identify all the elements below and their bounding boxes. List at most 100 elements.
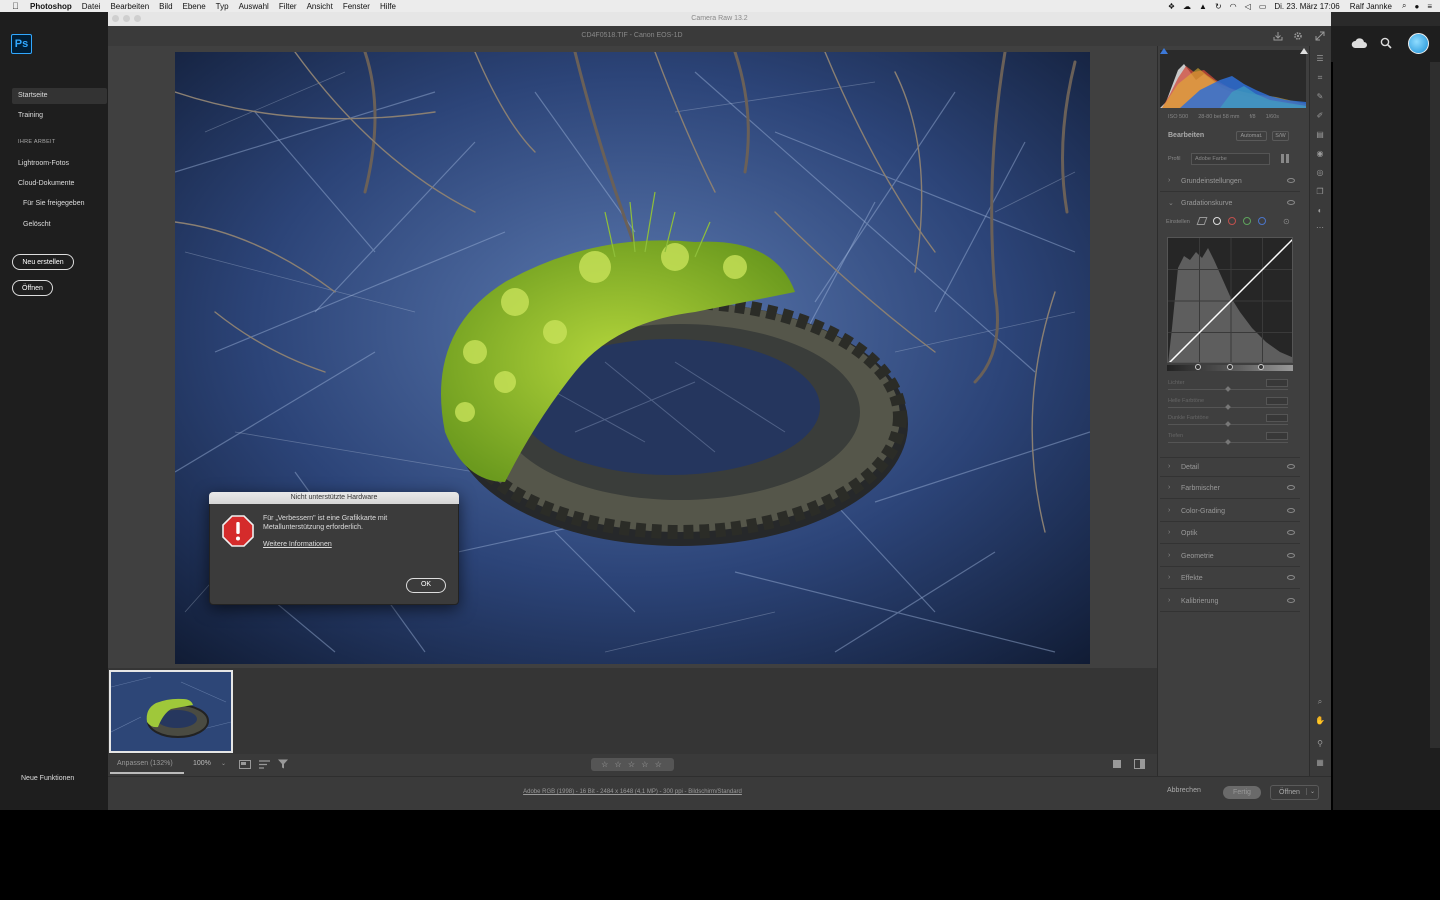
crop-icon[interactable]: ⌗ [1315,73,1325,83]
section-effekte[interactable]: › Effekte [1160,569,1300,589]
menu-app[interactable]: Photoshop [30,2,72,11]
menu-fenster[interactable]: Fenster [343,2,370,11]
nav-startseite[interactable]: Startseite [18,92,48,99]
adobe-icon[interactable]: ▲ [1199,2,1207,11]
filmstrip-thumbnail[interactable] [109,670,233,753]
filter-icon[interactable] [278,759,288,769]
sync-icon[interactable]: ↻ [1215,2,1222,11]
more-options-icon[interactable]: ⋯ [1315,223,1325,233]
eye-icon[interactable] [1287,530,1295,535]
section-kalibrierung[interactable]: › Kalibrierung [1160,592,1300,612]
slider-value-field[interactable] [1266,397,1288,405]
eye-icon[interactable] [1287,200,1295,205]
section-geometrie[interactable]: › Geometrie [1160,547,1300,567]
histogram[interactable] [1160,50,1306,108]
menu-hilfe[interactable]: Hilfe [380,2,396,11]
point-curve-white-icon[interactable] [1213,217,1221,225]
star-rating[interactable]: ☆ ☆ ☆ ☆ ☆ [591,758,674,771]
point-curve-red-icon[interactable] [1228,217,1236,225]
menu-datei[interactable]: Datei [82,2,101,11]
region-split-handle[interactable] [1195,364,1201,370]
shadow-clipping-warning-icon[interactable] [1160,48,1168,54]
eye-icon[interactable] [1287,464,1295,469]
presets-icon[interactable]: ◐ [1315,206,1325,216]
user-avatar[interactable] [1408,33,1429,54]
eye-icon[interactable] [1287,575,1295,580]
section-grundeinstellungen[interactable]: › Grundeinstellungen [1160,172,1300,192]
auto-button[interactable]: Automat. [1236,131,1267,141]
slider-tiefen[interactable]: Tiefen [1168,432,1288,445]
zoom-fit-button[interactable]: Anpassen (132%) [117,760,173,767]
nav-training[interactable]: Training [18,112,43,119]
point-curve-blue-icon[interactable] [1258,217,1266,225]
menu-typ[interactable]: Typ [216,2,229,11]
slider-value-field[interactable] [1266,414,1288,422]
nav-lightroom-fotos[interactable]: Lightroom-Fotos [18,160,69,167]
eye-icon[interactable] [1287,178,1295,183]
settings-gear-icon[interactable] [1293,31,1303,41]
profile-select[interactable]: Adobe Farbe [1191,153,1270,165]
section-color-grading[interactable]: › Color-Grading [1160,502,1300,522]
apple-menu-icon[interactable]:  [12,1,22,11]
compare-view-icon[interactable] [1134,759,1145,769]
section-farbmischer[interactable]: › Farbmischer [1160,479,1300,499]
point-curve-green-icon[interactable] [1243,217,1251,225]
highlight-clipping-warning-icon[interactable] [1300,48,1308,54]
ok-button[interactable]: OK [406,578,446,593]
region-split-handle[interactable] [1258,364,1264,370]
wifi-icon[interactable]: ◠ [1230,2,1237,11]
menu-bearbeiten[interactable]: Bearbeiten [110,2,149,11]
nav-geloescht[interactable]: Gelöscht [23,221,51,228]
notification-center-icon[interactable]: ≡ [1427,2,1432,11]
open-image-button[interactable]: Öffnen ⌄ [1270,785,1319,800]
region-split-handle[interactable] [1227,364,1233,370]
eye-icon[interactable] [1287,598,1295,603]
more-info-link[interactable]: Weitere Informationen [263,541,332,548]
menu-ansicht[interactable]: Ansicht [307,2,333,11]
section-gradationskurve[interactable]: ⌄ Gradationskurve [1160,194,1300,214]
slider-value-field[interactable] [1266,432,1288,440]
fullscreen-icon[interactable] [1315,31,1325,41]
done-button[interactable]: Fertig [1223,786,1261,799]
cloud-icon[interactable] [1351,37,1367,49]
single-view-icon[interactable] [1113,760,1121,768]
menubar-user[interactable]: Ralf Jannke [1350,2,1392,11]
workflow-options-link[interactable]: Adobe RGB (1998) - 16 Bit - 2484 x 1648 … [108,789,1157,795]
eye-icon[interactable] [1287,485,1295,490]
zoom-percent-select[interactable]: 100% [193,760,211,767]
cancel-button[interactable]: Abbrechen [1167,787,1201,794]
battery-icon[interactable]: ▭ [1259,2,1267,11]
profile-browser-icon[interactable] [1281,154,1290,163]
nav-freigegeben[interactable]: Für Sie freigegeben [23,200,84,207]
healing-brush-icon[interactable]: ✎ [1315,92,1325,102]
slider-dunkle-farbtoene[interactable]: Dunkle Farbtöne [1168,414,1288,427]
zoom-tool-icon[interactable]: ⌕ [1315,697,1325,707]
hand-tool-icon[interactable]: ✋ [1315,716,1325,726]
open-options-chevron-icon[interactable]: ⌄ [1305,788,1315,795]
save-image-icon[interactable] [1273,31,1283,41]
spotlight-icon[interactable]: ⌕ [1402,1,1406,11]
creative-cloud-icon[interactable]: ☁ [1183,2,1191,11]
menu-filter[interactable]: Filter [279,2,297,11]
section-optik[interactable]: › Optik [1160,524,1300,544]
radial-filter-icon[interactable]: ◉ [1315,149,1325,159]
bw-button[interactable]: S/W [1272,131,1289,141]
menu-ebene[interactable]: Ebene [183,2,206,11]
sort-icon[interactable] [259,760,270,769]
tone-curve-graph[interactable] [1167,237,1293,363]
menubar-clock[interactable]: Di. 23. März 17:06 [1274,2,1339,11]
slider-lichter[interactable]: Lichter [1168,379,1288,392]
menu-bild[interactable]: Bild [159,2,172,11]
target-adjust-icon[interactable]: ⊙ [1283,217,1292,226]
red-eye-icon[interactable]: ◎ [1315,168,1325,178]
nav-cloud-dokumente[interactable]: Cloud-Dokumente [18,180,74,187]
zoom-chevron-down-icon[interactable]: ⌄ [221,760,226,767]
slider-value-field[interactable] [1266,379,1288,387]
eye-icon[interactable] [1287,508,1295,513]
filmstrip-view-icon[interactable] [239,760,251,769]
grid-overlay-icon[interactable]: ▦ [1315,758,1325,768]
edit-sliders-icon[interactable]: ☰ [1315,54,1325,64]
section-detail[interactable]: › Detail [1160,457,1300,477]
color-sampler-icon[interactable]: ⚲ [1315,739,1325,749]
adjustment-brush-icon[interactable]: ✐ [1315,111,1325,121]
